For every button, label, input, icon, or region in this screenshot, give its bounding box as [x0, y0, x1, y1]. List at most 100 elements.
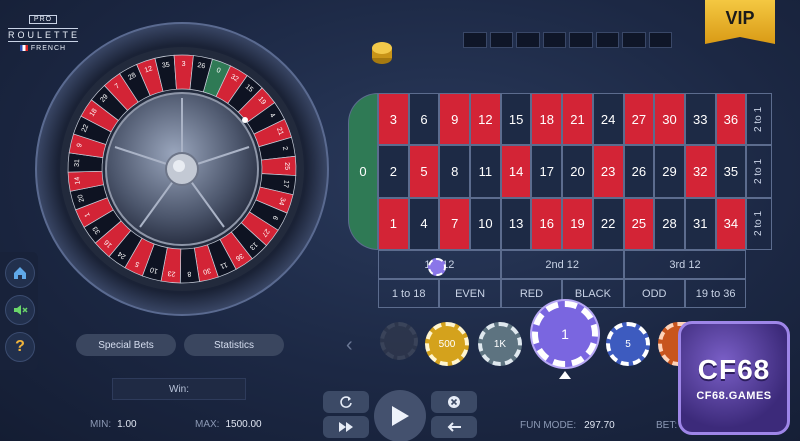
bet-spot-12[interactable]: 12 [470, 93, 501, 146]
arrow-left-icon [447, 422, 461, 432]
number-grid: 3 6 9 12 15 18 21 24 27 30 33 36 2 5 8 11 14 17 20 23 26 29 32… [378, 93, 747, 250]
bet-dozen-2[interactable]: 2nd 12 [500, 250, 624, 279]
undo-button[interactable] [431, 416, 477, 438]
chip-500[interactable]: 500 [425, 322, 469, 366]
chevron-left-icon[interactable]: ‹ [346, 334, 353, 357]
bet-column-3[interactable]: 2 to 1 [746, 93, 772, 146]
bet-spot-35[interactable]: 35 [715, 145, 747, 198]
bet-spot-19[interactable]: 19 [562, 197, 593, 250]
bet-spot-4[interactable]: 4 [408, 197, 440, 250]
bet-spot-28[interactable]: 28 [654, 197, 685, 250]
column-label: 2 to 1 [753, 158, 765, 184]
bet-spot-13[interactable]: 13 [500, 197, 532, 250]
placed-chip[interactable] [428, 258, 446, 276]
chip-label: 5 [625, 338, 631, 350]
bet-even[interactable]: EVEN [439, 279, 501, 308]
wheel-number: 26 [197, 62, 206, 70]
refresh-icon [340, 396, 352, 408]
fun-mode-label: FUN MODE: [520, 420, 577, 431]
bet-spot-18[interactable]: 18 [531, 93, 563, 146]
clear-bets-button[interactable] [431, 391, 477, 413]
bet-19-to-36[interactable]: 19 to 36 [684, 279, 747, 308]
chip-option[interactable] [380, 322, 418, 360]
chip-1k[interactable]: 1K [478, 322, 522, 366]
bet-spot-29[interactable]: 29 [654, 145, 685, 198]
speaker-muted-icon [14, 305, 28, 315]
max-label: MAX: [195, 419, 220, 430]
win-display: Win: [112, 378, 246, 400]
chip-5[interactable]: 5 [606, 322, 650, 366]
vip-badge[interactable]: VIP [705, 0, 775, 44]
bet-spot-17[interactable]: 17 [531, 145, 563, 198]
bet-spot-10[interactable]: 10 [470, 197, 501, 250]
roulette-ball [242, 117, 248, 123]
bet-spot-32[interactable]: 32 [684, 145, 716, 198]
gold-coin-icon [372, 42, 392, 64]
bet-spot-30[interactable]: 30 [654, 93, 685, 146]
bet-spot-zero[interactable]: 0 [348, 93, 378, 250]
bet-spot-15[interactable]: 15 [500, 93, 532, 146]
statistics-button[interactable]: Statistics [184, 334, 284, 356]
mute-button[interactable] [5, 295, 35, 325]
bet-spot-14[interactable]: 14 [500, 145, 532, 198]
bet-spot-34[interactable]: 34 [715, 197, 747, 250]
bet-spot-22[interactable]: 22 [592, 197, 624, 250]
wheel-number: 31 [74, 159, 81, 167]
rebet-button[interactable] [323, 391, 369, 413]
wheel-number: 23 [167, 269, 176, 277]
bet-spot-6[interactable]: 6 [408, 93, 440, 146]
bet-spot-5[interactable]: 5 [408, 145, 440, 198]
spin-button[interactable] [374, 390, 426, 441]
bet-odd[interactable]: ODD [623, 279, 685, 308]
bet-1-to-18[interactable]: 1 to 18 [378, 279, 440, 308]
column-label: 2 to 1 [753, 106, 765, 132]
fun-mode-balance: FUN MODE: 297.70 [520, 420, 615, 431]
home-button[interactable] [5, 258, 35, 288]
chip-label: 1K [493, 338, 507, 350]
min-limit: MIN: 1.00 [90, 419, 137, 430]
bet-spot-31[interactable]: 31 [684, 197, 716, 250]
bet-spot-24[interactable]: 24 [592, 93, 624, 146]
bet-spot-26[interactable]: 26 [623, 145, 655, 198]
fun-mode-value: 297.70 [584, 420, 615, 431]
bet-spot-8[interactable]: 8 [439, 145, 471, 198]
question-icon: ? [15, 338, 25, 355]
play-icon [392, 406, 409, 426]
chip-1-selected[interactable]: 1 [532, 301, 598, 367]
bet-spot-7[interactable]: 7 [439, 197, 471, 250]
chip-label: 1 [561, 326, 569, 342]
bet-spot-20[interactable]: 20 [562, 145, 593, 198]
bet-spot-2[interactable]: 2 [378, 145, 409, 198]
wheel-number: 17 [282, 180, 290, 189]
watermark-title: CF68 [697, 354, 771, 385]
close-circle-icon [448, 396, 460, 408]
bet-spot-23[interactable]: 23 [592, 145, 624, 198]
bet-spot-25[interactable]: 25 [623, 197, 655, 250]
selected-chip-indicator [559, 371, 571, 379]
wheel-number: 3 [182, 61, 186, 68]
bet-dozen-3[interactable]: 3rd 12 [623, 250, 747, 279]
special-bets-button[interactable]: Special Bets [76, 334, 176, 356]
max-value: 1500.00 [225, 419, 262, 430]
help-button[interactable]: ? [5, 332, 35, 362]
roulette-wheel: 0 32 15 19 4 21 2 25 17 34 6 27 13 36 11 30 8 23 10 5 24 16 33… [33, 20, 331, 318]
wheel-graphic: 0321519421225173462713361130823105241633… [35, 22, 329, 316]
wheel-number: 35 [162, 62, 171, 70]
column-label: 2 to 1 [753, 211, 765, 237]
fast-forward-button[interactable] [323, 416, 369, 438]
bet-column-2[interactable]: 2 to 1 [746, 145, 772, 198]
wheel-number: 14 [74, 176, 82, 185]
bet-spot-27[interactable]: 27 [623, 93, 655, 146]
bet-spot-21[interactable]: 21 [562, 93, 593, 146]
bet-column-1[interactable]: 2 to 1 [746, 197, 772, 250]
bet-spot-36[interactable]: 36 [715, 93, 747, 146]
bet-spot-16[interactable]: 16 [531, 197, 563, 250]
bet-spot-33[interactable]: 33 [684, 93, 716, 146]
cf68-watermark-logo: CF68 CF68.GAMES [678, 321, 790, 435]
bet-spot-3[interactable]: 3 [378, 93, 409, 146]
bet-spot-9[interactable]: 9 [439, 93, 471, 146]
french-flag-icon [19, 45, 28, 52]
bet-spot-11[interactable]: 11 [470, 145, 501, 198]
bet-spot-1[interactable]: 1 [378, 197, 409, 250]
watermark-site: CF68.GAMES [696, 390, 772, 402]
